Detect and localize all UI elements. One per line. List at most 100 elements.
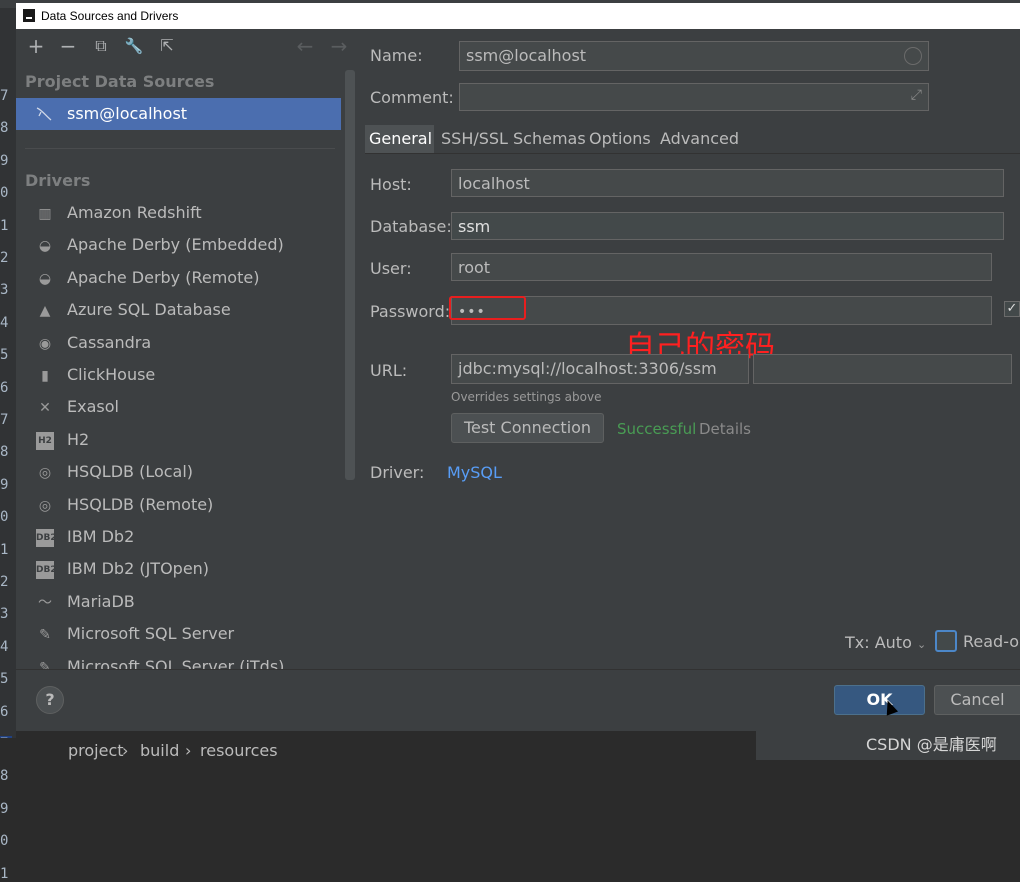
add-icon[interactable]: + [25, 35, 47, 57]
driver-item[interactable]: ▥ Amazon Redshift [16, 198, 341, 228]
connection-tabs: General SSH/SSL Schemas Options Advanced [365, 125, 1020, 153]
driver-label: Apache Derby (Remote) [67, 267, 260, 287]
expand-icon[interactable]: ⤢ [911, 87, 922, 103]
details-link[interactable]: Details [699, 420, 751, 438]
tab-advanced[interactable]: Advanced [656, 125, 743, 153]
intellij-app-icon [23, 9, 35, 22]
chevron-down-icon: ⌄ [916, 638, 927, 651]
line-number: 4 [0, 314, 9, 331]
driver-item[interactable]: ◒ Apache Derby (Remote) [16, 263, 341, 293]
url-label: URL: [370, 361, 408, 380]
line-number: 9 [0, 800, 9, 817]
database-label: Database: [370, 217, 452, 236]
driver-label: Driver: [370, 463, 425, 482]
driver-item[interactable]: ◉ Cassandra [16, 328, 341, 358]
url-extra-field[interactable] [753, 354, 1012, 384]
help-button[interactable]: ? [36, 686, 64, 714]
driver-icon: DB2 [36, 529, 57, 547]
driver-item[interactable]: ✎ Microsoft SQL Server [16, 619, 341, 649]
driver-item[interactable]: ◒ Apache Derby (Embedded) [16, 230, 341, 260]
driver-icon: H2 [36, 431, 54, 450]
data-source-item-ssm[interactable]: ssm@localhost [16, 98, 341, 130]
ok-button[interactable]: OK [834, 685, 925, 715]
line-number: 7 [0, 412, 9, 428]
mysql-dolphin-icon [36, 107, 52, 121]
dialog-title: Data Sources and Drivers [41, 9, 179, 23]
tx-mode-value: Tx: Auto [845, 633, 912, 652]
user-field[interactable]: root [451, 253, 992, 281]
comment-field[interactable]: ⤢ [459, 83, 929, 111]
breadcrumb-project[interactable]: project [68, 741, 124, 760]
driver-link[interactable]: MySQL [447, 463, 502, 482]
color-circle-icon[interactable] [904, 47, 922, 65]
wrench-icon[interactable]: 🔧 [123, 35, 145, 57]
line-number: 8 [0, 120, 9, 137]
driver-icon: ▲ [39, 303, 51, 320]
driver-icon: 〜 [38, 594, 52, 611]
driver-icon: ◎ [38, 497, 52, 514]
driver-label: HSQLDB (Local) [67, 462, 194, 482]
driver-label: HSQLDB (Remote) [67, 494, 214, 514]
back-arrow-icon[interactable]: ← [294, 35, 316, 57]
cancel-button[interactable]: Cancel [934, 685, 1020, 715]
breadcrumb-build[interactable]: build [140, 741, 179, 760]
driver-icon: ▮ [41, 368, 49, 384]
driver-label: ClickHouse [67, 365, 156, 384]
host-field[interactable]: localhost [451, 169, 1004, 197]
line-number: 7 [0, 88, 9, 104]
test-status: Successful [617, 420, 697, 438]
line-number: 1 [0, 217, 9, 234]
line-number: 3 [0, 606, 9, 623]
line-number: 5 [0, 671, 9, 688]
line-number: 6 [0, 379, 9, 396]
name-field[interactable]: ssm@localhost [459, 41, 929, 71]
tab-general[interactable]: General [365, 125, 434, 153]
password-field[interactable]: ••• [451, 296, 992, 325]
tab-ssh-ssl[interactable]: SSH/SSL [437, 125, 512, 153]
breadcrumb-resources[interactable]: resources [200, 741, 278, 760]
driver-icon: ◒ [38, 270, 52, 287]
test-connection-button[interactable]: Test Connection [451, 413, 604, 443]
name-value: ssm@localhost [466, 46, 587, 65]
show-password-checkbox[interactable]: ✓ [1004, 301, 1020, 317]
copy-icon[interactable]: ⧉ [90, 35, 112, 57]
tx-mode-dropdown[interactable]: Tx: Auto ⌄ [845, 633, 926, 652]
driver-label: Apache Derby (Embedded) [67, 235, 284, 255]
password-label: Password: [370, 302, 451, 321]
line-number: 8 [0, 444, 9, 461]
forward-arrow-icon[interactable]: → [328, 35, 350, 57]
line-number: 2 [0, 574, 9, 590]
driver-item[interactable]: DB2 IBM Db2 [16, 522, 341, 552]
line-number: 3 [0, 282, 9, 299]
driver-item[interactable]: ✕ Exasol [16, 392, 341, 422]
read-only-label: Read-on [963, 632, 1020, 651]
driver-item[interactable]: H2 H2 [16, 425, 341, 455]
driver-item[interactable]: DB2 IBM Db2 (JTOpen) [16, 554, 341, 584]
driver-icon: ✕ [39, 400, 51, 417]
driver-item[interactable]: ▲ Azure SQL Database [16, 295, 341, 325]
import-icon[interactable]: ⇱ [156, 35, 178, 57]
database-field[interactable]: ssm [451, 212, 1004, 240]
ide-breadcrumb-bar: project › build › resources [0, 738, 756, 760]
line-number: 0 [0, 185, 9, 202]
driver-icon: ◒ [38, 238, 52, 255]
driver-icon: ◎ [38, 465, 52, 482]
tabs-divider [365, 153, 1020, 154]
driver-item[interactable]: ◎ HSQLDB (Local) [16, 457, 341, 487]
line-number: 8 [0, 768, 9, 785]
line-number: 0 [0, 509, 9, 526]
host-label: Host: [370, 175, 412, 194]
driver-item[interactable]: ◎ HSQLDB (Remote) [16, 490, 341, 520]
read-only-checkbox[interactable] [935, 630, 957, 652]
driver-icon: DB2 [36, 561, 57, 580]
database-value: ssm [458, 217, 491, 236]
driver-item[interactable]: 〜 MariaDB [16, 587, 341, 617]
url-field[interactable]: jdbc:mysql://localhost:3306/ssm [451, 354, 749, 384]
driver-item[interactable]: ▮ ClickHouse [16, 360, 341, 390]
left-scrollbar[interactable] [345, 70, 355, 480]
remove-icon[interactable]: − [57, 35, 79, 57]
tab-schemas[interactable]: Schemas [509, 125, 590, 153]
line-number: 6 [0, 703, 9, 720]
highlight-box [449, 296, 526, 320]
tab-options[interactable]: Options [585, 125, 655, 153]
